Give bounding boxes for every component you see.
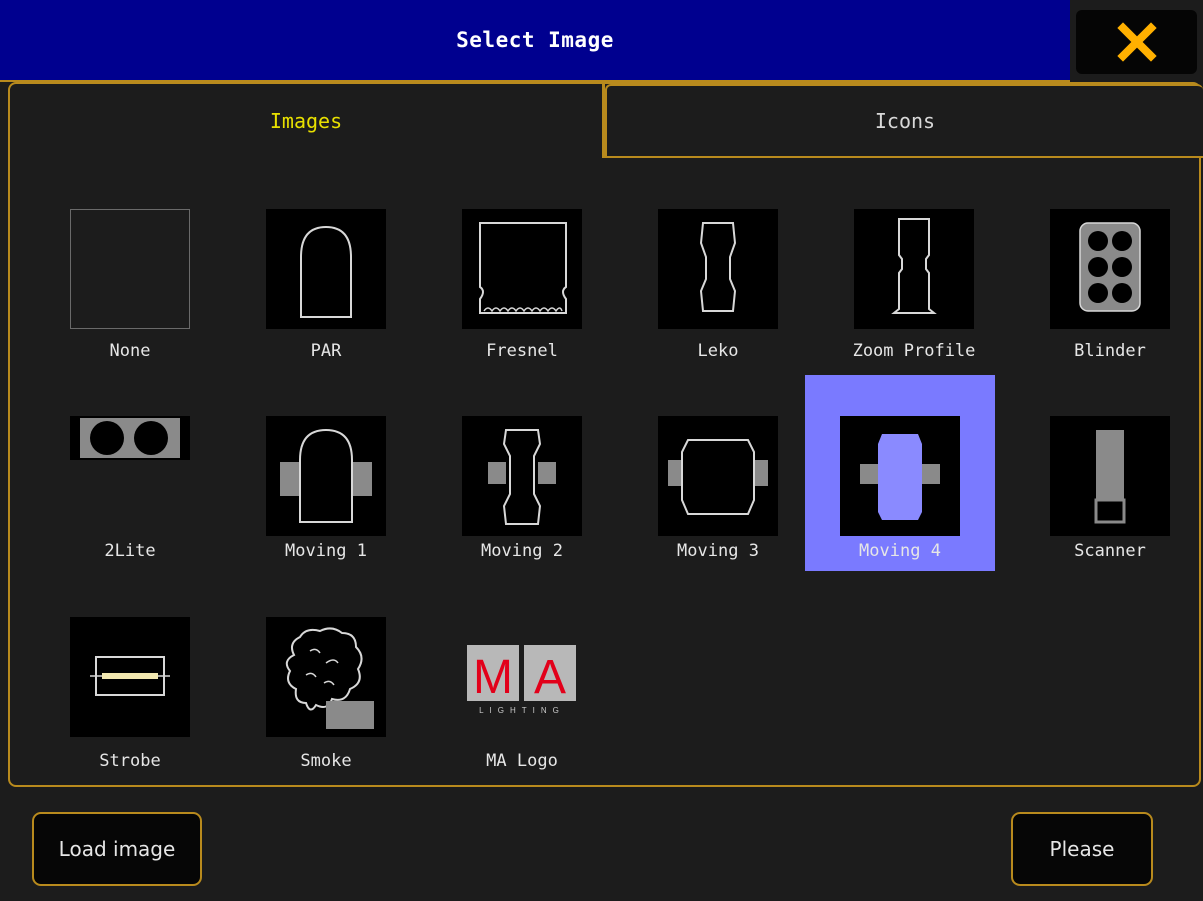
image-panel: Images Icons None PAR Fresnel Leko Zoom … — [8, 82, 1203, 787]
zoom-profile-fixture-icon — [854, 209, 974, 329]
none-icon — [70, 209, 190, 329]
dialog-title-bar: Select Image — [0, 0, 1070, 82]
image-item-label: Moving 2 — [481, 541, 563, 561]
ma-logo-letter-m: M — [473, 651, 513, 704]
tab-icons-label: Icons — [874, 109, 936, 133]
image-item-blinder[interactable]: Blinder — [1015, 197, 1203, 393]
moving-4-fixture-icon — [840, 416, 960, 536]
image-item-par[interactable]: PAR — [231, 197, 421, 393]
smoke-fixture-icon — [266, 617, 386, 737]
load-image-button[interactable]: Load image — [32, 812, 202, 886]
2lite-fixture-icon — [70, 416, 190, 460]
please-button[interactable]: Please — [1011, 812, 1153, 886]
image-item-label: 2Lite — [104, 541, 156, 561]
image-item-label: None — [109, 341, 151, 361]
image-item-label: Scanner — [1074, 541, 1146, 561]
blinder-fixture-icon — [1050, 209, 1170, 329]
image-item-label: Smoke — [300, 751, 352, 771]
image-item-label: Moving 1 — [285, 541, 367, 561]
ma-logo-letter-a: A — [534, 651, 566, 704]
image-item-moving-3[interactable]: Moving 3 — [623, 376, 813, 572]
strobe-fixture-icon — [70, 617, 190, 737]
image-item-none[interactable]: None — [35, 197, 225, 393]
image-item-moving-2[interactable]: Moving 2 — [427, 376, 617, 572]
par-fixture-icon — [266, 209, 386, 329]
image-item-strobe[interactable]: Strobe — [35, 584, 225, 780]
image-item-fresnel[interactable]: Fresnel — [427, 197, 617, 393]
close-button[interactable] — [1076, 10, 1197, 74]
image-item-smoke[interactable]: Smoke — [231, 584, 421, 780]
tab-icons[interactable]: Icons — [605, 84, 1203, 158]
load-image-label: Load image — [58, 837, 176, 861]
image-item-label: MA Logo — [486, 751, 558, 771]
image-item-label: Moving 4 — [859, 541, 941, 561]
image-item-moving-4[interactable]: Moving 4 — [805, 375, 995, 571]
image-item-ma-logo[interactable]: M A LIGHTING MA Logo — [427, 584, 617, 780]
tab-images[interactable]: Images — [10, 84, 602, 158]
image-item-leko[interactable]: Leko — [623, 197, 813, 393]
moving-2-fixture-icon — [462, 416, 582, 536]
fresnel-fixture-icon — [462, 209, 582, 329]
image-item-moving-1[interactable]: Moving 1 — [231, 376, 421, 572]
dialog-title: Select Image — [456, 28, 614, 52]
tab-images-label: Images — [269, 109, 343, 133]
image-item-label: Blinder — [1074, 341, 1146, 361]
image-item-label: Fresnel — [486, 341, 558, 361]
moving-1-fixture-icon — [266, 416, 386, 536]
moving-3-fixture-icon — [658, 416, 778, 536]
ma-logo-subtext: LIGHTING — [479, 706, 565, 715]
leko-fixture-icon — [658, 209, 778, 329]
image-item-label: Leko — [697, 341, 739, 361]
image-item-label: Strobe — [99, 751, 161, 771]
scanner-fixture-icon — [1050, 416, 1170, 536]
image-item-scanner[interactable]: Scanner — [1015, 376, 1203, 572]
image-item-label: PAR — [310, 341, 342, 361]
please-label: Please — [1049, 837, 1115, 861]
image-item-label: Zoom Profile — [852, 341, 976, 361]
ma-logo-icon: M A LIGHTING — [462, 617, 582, 737]
image-item-zoom-profile[interactable]: Zoom Profile — [819, 197, 1009, 393]
image-item-label: Moving 3 — [677, 541, 759, 561]
close-x-icon — [1116, 22, 1157, 62]
image-item-2lite[interactable]: 2Lite — [35, 376, 225, 572]
